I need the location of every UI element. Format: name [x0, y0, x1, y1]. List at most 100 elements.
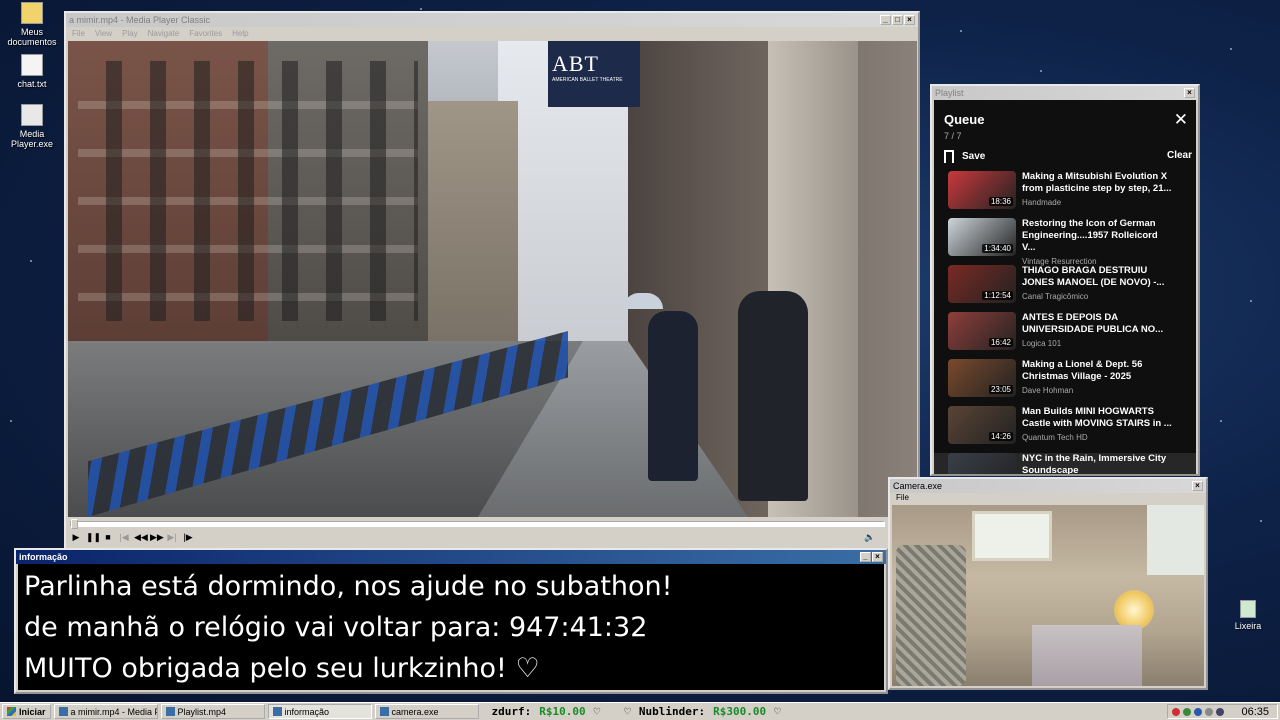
queue-list: 18:36 Making a Mitsubishi Evolution X fro…: [934, 171, 1196, 474]
task-playlist[interactable]: Playlist.mp4: [160, 704, 265, 719]
menu-file[interactable]: File: [896, 493, 909, 502]
tray-network-icon[interactable]: [1183, 707, 1192, 716]
queue-item[interactable]: 16:42 ANTES E DEPOIS DA UNIVERSIDADE PUBL…: [934, 312, 1196, 359]
queue-item-title: ANTES E DEPOIS DA UNIVERSIDADE PUBLICA N…: [1022, 312, 1164, 335]
seek-thumb[interactable]: [71, 519, 78, 529]
info-line: de manhã o relógio vai voltar para: 947:…: [24, 612, 648, 643]
clock[interactable]: 06:35: [1241, 706, 1269, 718]
donor-name: Nublinder:: [638, 705, 706, 718]
rewind-icon[interactable]: ◀◀: [134, 532, 148, 543]
tray-volume-icon[interactable]: [1194, 707, 1203, 716]
pause-icon[interactable]: ❚❚: [86, 532, 101, 543]
camera-window: Camera.exe × File: [888, 477, 1208, 690]
queue-item-channel: Dave Hohman: [1022, 386, 1074, 395]
info-text-area: Parlinha está dormindo, nos ajude no sub…: [18, 564, 884, 690]
fast-forward-icon[interactable]: ▶▶: [150, 532, 164, 543]
bookmark-icon: [944, 150, 954, 163]
queue-actions: Save Clear: [934, 141, 1196, 163]
clear-button[interactable]: Clear: [1167, 150, 1192, 163]
task-label: Playlist.mp4: [177, 706, 227, 717]
camera-titlebar[interactable]: Camera.exe ×: [890, 479, 1206, 493]
volume-icon[interactable]: 🔈: [864, 532, 875, 543]
stop-icon[interactable]: ■: [102, 532, 114, 543]
menu-bar: File: [890, 493, 1206, 504]
pedestrian: [738, 291, 808, 501]
queue-item[interactable]: 1:12:54 THIAGO BRAGA DESTRUIU JONES MANOE…: [934, 265, 1196, 312]
video-frame[interactable]: ABT AMERICAN BALLET THEATRE: [68, 41, 917, 517]
task-camera[interactable]: camera.exe: [374, 704, 479, 719]
desktop-icon-my-documents[interactable]: Meus documentos: [0, 2, 64, 47]
menu-favorites[interactable]: Favorites: [189, 29, 222, 38]
heart-icon: ♡: [593, 705, 601, 718]
camera-feed: [892, 505, 1204, 686]
close-button[interactable]: ×: [872, 552, 883, 562]
save-button[interactable]: Save: [944, 150, 985, 163]
desktop-icon-label: Lixeira: [1234, 621, 1262, 631]
queue-item[interactable]: 1:34:40 Restoring the Icon of German Engi…: [934, 218, 1196, 266]
maximize-button[interactable]: □: [892, 15, 903, 25]
close-icon[interactable]: ✕: [1174, 110, 1188, 130]
recycle-bin-icon: [1240, 600, 1256, 618]
media-player-icon: [21, 104, 43, 126]
menu-navigate[interactable]: Navigate: [148, 29, 180, 38]
heart-icon: ♡: [774, 705, 781, 718]
tray-clock-icon[interactable]: [1216, 707, 1225, 716]
queue-item-title: Restoring the Icon of German Engineering…: [1022, 218, 1158, 253]
info-window: informação _ × Parlinha está dormindo, n…: [14, 548, 888, 694]
tray-settings-icon[interactable]: [1205, 707, 1214, 716]
minimize-button[interactable]: _: [880, 15, 891, 25]
pedestrian: [648, 311, 698, 481]
queue-item-text: Restoring the Icon of German Engineering…: [1022, 218, 1172, 266]
task-info[interactable]: informação: [267, 704, 372, 719]
close-button[interactable]: ×: [1192, 481, 1203, 491]
room-window-right: [1147, 505, 1204, 575]
desktop-icon-media-player[interactable]: Media Player.exe: [0, 104, 64, 149]
queue-item[interactable]: 23:05 Making a Lionel & Dept. 56 Christma…: [934, 359, 1196, 406]
close-button[interactable]: ×: [1184, 88, 1195, 98]
task-label: a mimir.mp4 - Media Playe...: [70, 706, 157, 717]
queue-item-title: NYC in the Rain, Immersive City Soundsca…: [1022, 453, 1167, 474]
camera-icon: [379, 707, 389, 716]
folder-icon: [21, 2, 43, 24]
skip-forward-icon[interactable]: ▶|: [166, 532, 178, 543]
video-thumbnail: 14:26: [948, 406, 1016, 444]
room-window: [972, 511, 1052, 561]
seek-bar[interactable]: [70, 519, 885, 529]
start-button[interactable]: Iniciar: [2, 704, 51, 719]
media-player-icon: [58, 707, 68, 716]
menu-help[interactable]: Help: [232, 29, 248, 38]
info-icon: [272, 707, 282, 716]
save-label: Save: [962, 151, 986, 162]
menu-play[interactable]: Play: [122, 29, 138, 38]
queue-item-title: Man Builds MINI HOGWARTS Castle with MOV…: [1022, 406, 1172, 429]
menu-view[interactable]: View: [95, 29, 112, 38]
desktop-icon-recycle-bin[interactable]: Lixeira: [1216, 600, 1280, 631]
tray-status-icon[interactable]: [1172, 707, 1181, 716]
system-tray: 06:35: [1167, 704, 1278, 719]
desktop-icon-chat-txt[interactable]: chat.txt: [0, 54, 64, 89]
queue-item-title: Making a Mitsubishi Evolution X from pla…: [1022, 171, 1172, 194]
playlist-icon: [165, 707, 175, 716]
queue-item-text: Making a Mitsubishi Evolution X from pla…: [1022, 171, 1172, 207]
window-title: Playlist: [935, 88, 964, 98]
frame-step-icon[interactable]: |▶: [182, 532, 194, 543]
queue-item[interactable]: 14:26 Man Builds MINI HOGWARTS Castle wit…: [934, 406, 1196, 453]
queue-item-channel: Logica 101: [1022, 339, 1062, 348]
queue-item-text: ANTES E DEPOIS DA UNIVERSIDADE PUBLICA N…: [1022, 312, 1172, 348]
window-title: informação: [19, 552, 68, 562]
video-thumbnail: [948, 453, 1016, 474]
menu-file[interactable]: File: [72, 29, 85, 38]
queue-item-channel: Quantum Tech HD: [1022, 433, 1088, 442]
windows-logo-icon: [7, 707, 16, 716]
minimize-button[interactable]: _: [860, 552, 871, 562]
queue-item[interactable]: NYC in the Rain, Immersive City Soundsca…: [934, 453, 1196, 474]
task-media-player[interactable]: a mimir.mp4 - Media Playe...: [53, 704, 158, 719]
play-icon[interactable]: ▶: [70, 532, 82, 543]
skip-back-icon[interactable]: |◀: [118, 532, 130, 543]
queue-item[interactable]: 18:36 Making a Mitsubishi Evolution X fro…: [934, 171, 1196, 218]
playlist-titlebar[interactable]: Playlist ×: [932, 86, 1198, 100]
close-button[interactable]: ×: [904, 15, 915, 25]
info-titlebar[interactable]: informação _ ×: [16, 550, 886, 564]
desktop-icon-label: Meus documentos: [7, 27, 57, 47]
media-player-titlebar[interactable]: a mimir.mp4 - Media Player Classic _ □ ×: [66, 13, 918, 27]
